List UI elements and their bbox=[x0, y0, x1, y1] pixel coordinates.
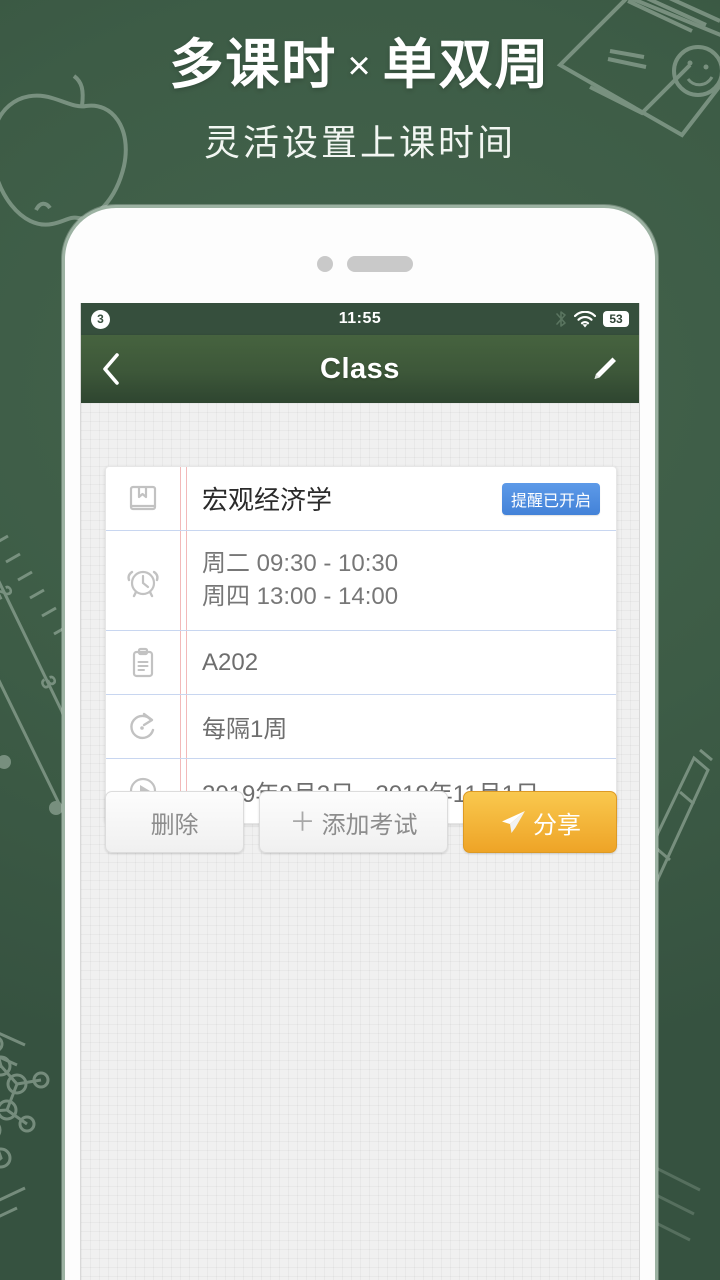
battery-indicator: 53 bbox=[603, 311, 629, 327]
front-camera-icon bbox=[317, 256, 333, 272]
delete-button-label: 删除 bbox=[150, 811, 199, 839]
status-bar: 3 11:55 53 bbox=[81, 303, 639, 335]
repeat-text: 每隔1周 bbox=[202, 716, 288, 743]
phone-mockup: 3 11:55 53 Class 宏观经济学 提醒已开启 周二 09:30 - … bbox=[62, 205, 658, 1280]
card-row-name[interactable]: 宏观经济学 提醒已开启 bbox=[106, 467, 616, 531]
card-row-repeat[interactable]: 每隔1周 bbox=[106, 695, 616, 759]
earpiece-speaker-icon bbox=[347, 256, 413, 272]
share-button[interactable]: 分享 bbox=[462, 791, 618, 853]
paper-plane-icon bbox=[501, 811, 525, 833]
action-buttons: 删除 ＋ 添加考试 分享 bbox=[105, 791, 618, 853]
chevron-left-icon bbox=[103, 353, 119, 385]
book-icon bbox=[106, 482, 180, 516]
alarm-icon bbox=[106, 563, 180, 599]
headline-separator: × bbox=[347, 44, 373, 88]
reminder-status-badge: 提醒已开启 bbox=[501, 482, 600, 515]
nav-bar: Class bbox=[81, 335, 639, 403]
bluetooth-icon bbox=[556, 311, 566, 327]
card-row-schedule[interactable]: 周二 09:30 - 10:30 周四 13:00 - 14:00 bbox=[106, 531, 616, 631]
edit-button[interactable] bbox=[589, 354, 619, 384]
promo-headline: 多课时 × 单双周 灵活设置上课时间 bbox=[0, 0, 720, 166]
repeat-icon bbox=[106, 710, 180, 744]
wifi-icon bbox=[574, 310, 596, 327]
plus-icon: ＋ bbox=[289, 807, 316, 837]
phone-screen: 3 11:55 53 Class 宏观经济学 提醒已开启 周二 09:30 - … bbox=[80, 303, 640, 1280]
card-row-location[interactable]: A202 bbox=[106, 631, 616, 695]
schedule-line-1: 周二 09:30 - 10:30 bbox=[202, 550, 399, 578]
class-detail-card: 宏观经济学 提醒已开启 周二 09:30 - 10:30 周四 13:00 - … bbox=[105, 466, 617, 824]
schedule-line-2: 周四 13:00 - 14:00 bbox=[202, 582, 399, 610]
delete-button[interactable]: 删除 bbox=[105, 791, 245, 853]
back-button[interactable] bbox=[101, 352, 121, 386]
headline-title: 多课时 × 单双周 bbox=[0, 34, 720, 98]
content-area: 宏观经济学 提醒已开启 周二 09:30 - 10:30 周四 13:00 - … bbox=[81, 403, 639, 1280]
svg-text:2: 2 bbox=[0, 583, 16, 603]
add-exam-button-label: 添加考试 bbox=[321, 811, 418, 839]
share-button-label: 分享 bbox=[532, 811, 581, 839]
page-title: Class bbox=[320, 352, 400, 385]
add-exam-button[interactable]: ＋ 添加考试 bbox=[259, 791, 448, 853]
headline-title-left: 多课时 bbox=[169, 35, 338, 95]
clipboard-icon bbox=[106, 646, 180, 680]
headline-title-right: 单双周 bbox=[382, 35, 551, 95]
pencil-icon bbox=[594, 357, 616, 379]
location-text: A202 bbox=[202, 648, 259, 676]
class-name: 宏观经济学 bbox=[202, 485, 333, 515]
status-icons: 53 bbox=[555, 310, 629, 328]
headline-subtitle: 灵活设置上课时间 bbox=[203, 121, 516, 163]
svg-text:3: 3 bbox=[36, 673, 61, 693]
